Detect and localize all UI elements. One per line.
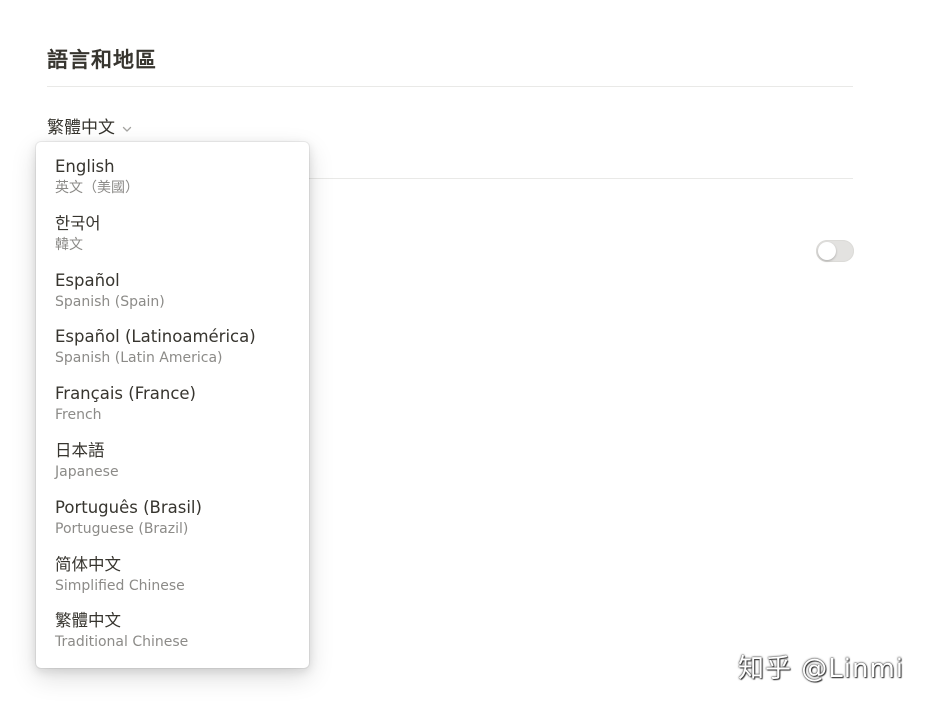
settings-page: 語言和地區 繁體中文 English 英文（美國） 한국어 韓文 Español… — [0, 0, 925, 706]
language-select[interactable]: 繁體中文 — [47, 113, 133, 138]
language-option-french[interactable]: Français (France) French — [36, 383, 309, 440]
option-sublabel: Portuguese (Brazil) — [55, 520, 189, 537]
language-option-japanese[interactable]: 日本語 Japanese — [36, 440, 309, 497]
option-sublabel: French — [55, 407, 102, 424]
option-label: 简体中文 — [55, 554, 121, 574]
option-sublabel: 英文（美國） — [55, 180, 139, 196]
option-label: 繁體中文 — [55, 611, 121, 631]
language-option-traditional-chinese[interactable]: 繁體中文 Traditional Chinese — [36, 610, 309, 667]
option-label: 한국어 — [55, 213, 101, 233]
language-option-spanish-latam[interactable]: Español (Latinoamérica) Spanish (Latin A… — [36, 326, 309, 383]
chevron-down-icon — [121, 120, 133, 132]
settings-toggle[interactable] — [816, 240, 854, 262]
option-sublabel: Spanish (Latin America) — [55, 350, 223, 367]
option-label: English — [55, 157, 115, 176]
option-label: Español — [55, 270, 120, 290]
option-label: Português (Brasil) — [55, 497, 202, 517]
toggle-knob — [818, 242, 836, 260]
option-sublabel: 韓文 — [55, 236, 83, 253]
option-sublabel: Japanese — [55, 463, 119, 480]
language-option-korean[interactable]: 한국어 韓文 — [36, 213, 309, 270]
option-label: Español (Latinoamérica) — [55, 327, 256, 347]
language-option-portuguese-brazil[interactable]: Português (Brasil) Portuguese (Brazil) — [36, 497, 309, 554]
option-label: Français (France) — [55, 384, 196, 404]
language-option-simplified-chinese[interactable]: 简体中文 Simplified Chinese — [36, 554, 309, 611]
divider — [47, 86, 853, 87]
language-option-english[interactable]: English 英文（美國） — [36, 156, 309, 213]
language-select-value: 繁體中文 — [47, 118, 115, 138]
option-label: 日本語 — [55, 440, 105, 460]
option-sublabel: Spanish (Spain) — [55, 293, 165, 310]
watermark: 知乎 @Linmi — [738, 654, 905, 684]
option-sublabel: Traditional Chinese — [55, 634, 189, 651]
section-title: 語言和地區 — [47, 48, 157, 72]
language-option-spanish-spain[interactable]: Español Spanish (Spain) — [36, 270, 309, 327]
option-sublabel: Simplified Chinese — [55, 577, 185, 594]
language-dropdown-menu: English 英文（美國） 한국어 韓文 Español Spanish (S… — [36, 142, 309, 668]
